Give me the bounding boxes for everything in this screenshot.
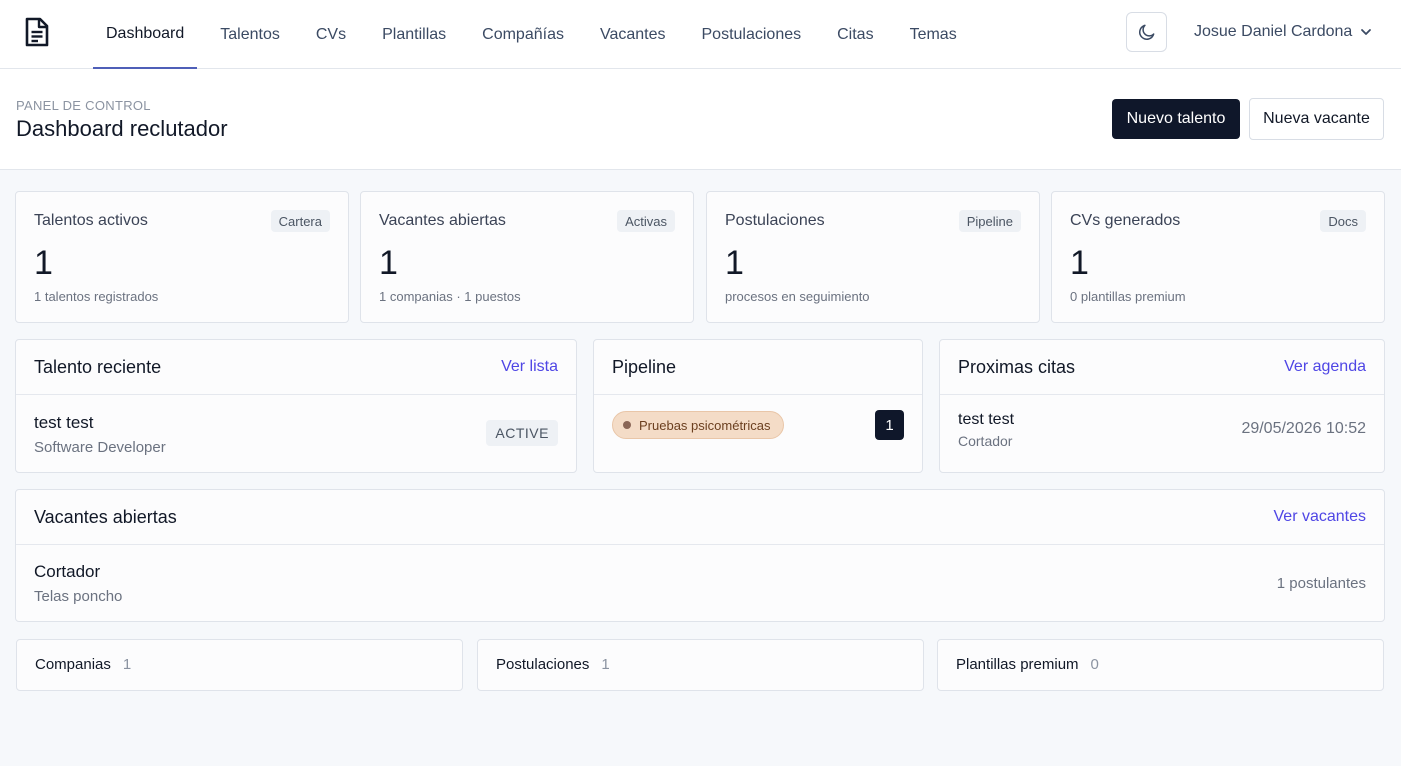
nav-cvs[interactable]: CVs	[303, 0, 359, 69]
nav-plantillas[interactable]: Plantillas	[369, 0, 459, 69]
user-name: Josue Daniel Cardona	[1194, 23, 1353, 40]
talent-name[interactable]: test test	[34, 413, 94, 433]
stage-label: Pruebas psicométricas	[639, 417, 771, 433]
summary-value: 0	[1090, 656, 1099, 673]
page-header: PANEL DE CONTROL Dashboard reclutador Nu…	[0, 69, 1401, 170]
stat-value: 1	[34, 244, 53, 282]
stat-badge: Docs	[1320, 210, 1366, 232]
new-vacancy-button[interactable]: Nueva vacante	[1249, 98, 1384, 140]
nav-temas[interactable]: Temas	[897, 0, 970, 69]
stat-badge: Cartera	[270, 210, 330, 232]
summary-postulaciones: Postulaciones 1	[477, 639, 924, 691]
document-icon[interactable]	[24, 17, 50, 47]
summary-value: 1	[601, 656, 610, 673]
pipeline-stage-badge: Pruebas psicométricas	[612, 411, 784, 439]
panel-title: Pipeline	[612, 357, 677, 377]
summary-plantillas: Plantillas premium 0	[937, 639, 1384, 691]
open-vacancies-panel: Vacantes abiertas Ver vacantes Cortador …	[15, 489, 1385, 622]
summary-item: Postulaciones 1	[496, 656, 610, 673]
stat-label: Vacantes abiertas	[379, 212, 506, 229]
appointments-panel: Proximas citas Ver agenda test test Cort…	[939, 339, 1385, 473]
main-nav: Dashboard Talentos CVs Plantillas Compañ…	[93, 0, 980, 69]
appointment-name[interactable]: test test	[958, 411, 1014, 429]
vacancy-title[interactable]: Cortador	[34, 562, 100, 582]
panel-title: Talento reciente	[34, 357, 162, 377]
page-eyebrow: PANEL DE CONTROL	[16, 98, 151, 113]
summary-companias: Companias 1	[16, 639, 463, 691]
summary-value: 1	[122, 656, 132, 673]
summary-label: Companias	[35, 656, 111, 673]
top-navbar: Dashboard Talentos CVs Plantillas Compañ…	[0, 0, 1401, 69]
recent-talent-panel: Talento reciente Ver lista test test Sof…	[15, 339, 577, 473]
status-badge: ACTIVE	[486, 420, 558, 446]
panel-header: Talento reciente Ver lista	[16, 340, 576, 395]
appointment-datetime: 29/05/2026 10:52	[1241, 420, 1366, 437]
vacancy-applicants: 1 postulantes	[1276, 575, 1366, 592]
nav-talentos[interactable]: Talentos	[207, 0, 293, 69]
talent-role: Software Developer	[34, 439, 166, 456]
theme-toggle-button[interactable]	[1126, 12, 1167, 52]
stat-badge: Activas	[617, 210, 675, 232]
panel-header: Proximas citas Ver agenda	[940, 340, 1384, 395]
nav-vacantes[interactable]: Vacantes	[587, 0, 679, 69]
nav-companias[interactable]: Compañías	[469, 0, 577, 69]
chevron-down-icon	[1361, 29, 1372, 35]
view-agenda-link[interactable]: Ver agenda	[1284, 358, 1366, 376]
stat-sub: 1 talentos registrados	[34, 289, 159, 304]
vacancy-company: Telas poncho	[34, 588, 123, 605]
appointment-position: Cortador	[958, 433, 1013, 449]
page-title: Dashboard reclutador	[16, 116, 228, 141]
summary-label: Plantillas premium	[956, 656, 1079, 673]
stat-card-postulaciones: Postulaciones Pipeline 1 procesos en seg…	[706, 191, 1040, 323]
stage-dot-icon	[623, 421, 631, 429]
stat-card-cvs: CVs generados Docs 1 0 plantillas premiu…	[1051, 191, 1385, 323]
stat-value: 1	[725, 244, 744, 282]
panel-title: Vacantes abiertas	[34, 507, 177, 527]
summary-label: Postulaciones	[496, 656, 590, 673]
stat-badge: Pipeline	[958, 210, 1021, 232]
panel-title: Proximas citas	[958, 357, 1076, 377]
summary-item: Plantillas premium 0	[956, 656, 1099, 673]
panel-header: Pipeline	[594, 340, 922, 395]
pipeline-panel: Pipeline Pruebas psicométricas 1	[593, 339, 923, 473]
nav-citas[interactable]: Citas	[824, 0, 886, 69]
panel-header: Vacantes abiertas Ver vacantes	[16, 490, 1384, 545]
nav-dashboard[interactable]: Dashboard	[93, 0, 198, 69]
stat-label: Talentos activos	[34, 212, 148, 229]
new-talent-button[interactable]: Nuevo talento	[1112, 99, 1240, 139]
stage-count: 1	[875, 410, 904, 440]
stat-sub: 1 companias · 1 puestos	[379, 289, 521, 304]
view-list-link[interactable]: Ver lista	[501, 358, 558, 376]
stat-label: Postulaciones	[725, 212, 825, 229]
stat-value: 1	[379, 244, 398, 282]
stat-sub: 0 plantillas premium	[1070, 289, 1186, 304]
moon-icon	[1138, 24, 1154, 40]
summary-item: Companias 1	[35, 656, 131, 673]
view-vacancies-link[interactable]: Ver vacantes	[1274, 508, 1367, 526]
stat-value: 1	[1070, 244, 1089, 282]
nav-postulaciones[interactable]: Postulaciones	[689, 0, 815, 69]
stat-sub: procesos en seguimiento	[725, 289, 870, 304]
user-menu[interactable]: Josue Daniel Cardona	[1194, 22, 1372, 42]
stat-label: CVs generados	[1070, 212, 1181, 229]
stat-card-talentos: Talentos activos Cartera 1 1 talentos re…	[15, 191, 349, 323]
stat-card-vacantes: Vacantes abiertas Activas 1 1 companias …	[360, 191, 694, 323]
